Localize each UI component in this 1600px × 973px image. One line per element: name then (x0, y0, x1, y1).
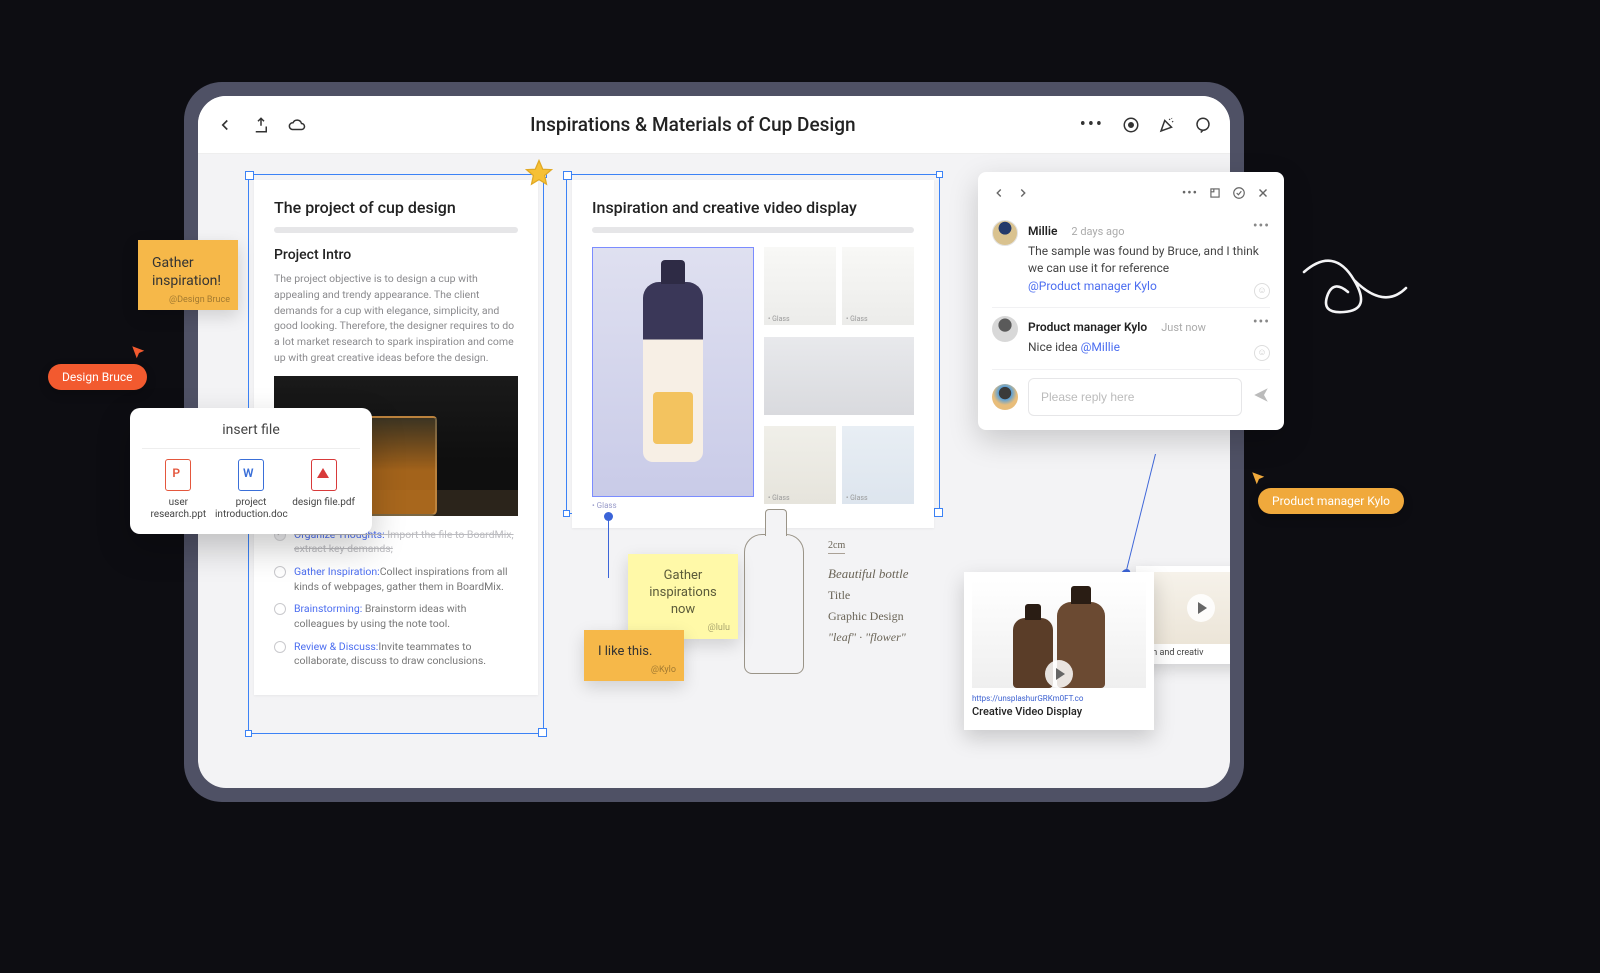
video-url: https://unsplashurGRKm0FT.co (972, 694, 1146, 703)
resolve-icon[interactable] (1232, 186, 1246, 200)
comment-text: Nice idea @Millie (1028, 339, 1270, 356)
emoji-react-icon[interactable]: ☺ (1254, 345, 1270, 361)
video-thumb (972, 580, 1146, 688)
check-circle-icon[interactable] (274, 566, 286, 578)
comment-more-icon[interactable]: ••• (1253, 218, 1270, 234)
main-product-image[interactable] (592, 247, 754, 497)
topbar: Inspirations & Materials of Cup Design •… (198, 96, 1230, 154)
doc-icon (238, 459, 264, 491)
comment-time: 2 days ago (1071, 225, 1124, 238)
comment-text: The sample was found by Bruce, and I thi… (1028, 243, 1270, 295)
ppt-icon (165, 459, 191, 491)
more-icon[interactable]: ••• (1182, 186, 1198, 200)
card1-title: The project of cup design (274, 198, 518, 217)
pdf-icon (311, 459, 337, 491)
nav-back-icon[interactable] (992, 186, 1006, 200)
gallery-thumb[interactable]: • Glass (764, 426, 836, 504)
party-icon[interactable] (1158, 116, 1176, 134)
sketch-area[interactable]: 2cm Beautiful bottle Title Graphic Desig… (744, 534, 909, 674)
comment-item: Millie 2 days ago The sample was found b… (992, 212, 1270, 308)
card1-body: The project objective is to design a cup… (274, 271, 518, 366)
play-icon[interactable] (1187, 594, 1215, 622)
gallery-thumb[interactable]: • Glass (842, 247, 914, 325)
connector-line (608, 516, 609, 578)
comment-time: Just now (1161, 321, 1206, 334)
sticky-note[interactable]: I like this. @Kylo (584, 630, 684, 681)
cursor-pointer-icon (130, 344, 148, 366)
gallery-thumb[interactable]: • Glass (764, 247, 836, 325)
file-option-doc[interactable]: project introduction.doc (215, 459, 287, 520)
play-icon[interactable] (1045, 660, 1073, 688)
card2-title: Inspiration and creative video display (592, 198, 914, 217)
cursor-tag: Product manager Kylo (1258, 488, 1404, 514)
video-card[interactable]: https://unsplashurGRKm0FT.co Creative Vi… (964, 572, 1154, 730)
avatar (992, 220, 1018, 246)
checklist-item[interactable]: Gather Inspiration:Collect inspirations … (274, 565, 518, 594)
video-title: Creative Video Display (972, 705, 1146, 718)
more-icon[interactable]: ••• (1080, 116, 1104, 134)
divider (592, 227, 914, 233)
checklist-item[interactable]: Brainstorming: Brainstorm ideas with col… (274, 602, 518, 631)
comments-panel[interactable]: ••• Millie 2 days ago The sample was fou… (978, 172, 1284, 430)
insert-file-popup[interactable]: insert file user research.ppt project in… (130, 408, 372, 534)
sketch-line: Beautiful bottle (828, 566, 909, 582)
check-circle-icon[interactable] (274, 641, 286, 653)
comment-item: Product manager Kylo Just now Nice idea … (992, 308, 1270, 369)
popup-title: insert file (142, 422, 360, 438)
comment-user: Millie (1028, 224, 1057, 238)
avatar (992, 384, 1018, 410)
emoji-react-icon[interactable]: ☺ (1254, 283, 1270, 299)
bottle-sketch (744, 534, 804, 674)
send-icon[interactable] (1252, 386, 1270, 408)
divider (274, 227, 518, 233)
comment-more-icon[interactable]: ••• (1253, 314, 1270, 330)
file-option-pdf[interactable]: design file.pdf (288, 459, 360, 520)
nav-forward-icon[interactable] (1016, 186, 1030, 200)
sketch-line: Title (828, 588, 909, 603)
reply-input[interactable] (1028, 378, 1242, 416)
gallery: • Glass • Glass • Glass • Glass • Glass (592, 247, 914, 510)
page-title: Inspirations & Materials of Cup Design (306, 113, 1080, 136)
gallery-thumb[interactable] (764, 337, 914, 415)
connector-line (1125, 454, 1156, 574)
sticky-text: I like this. (598, 644, 652, 659)
gallery-thumb[interactable]: • Glass (842, 426, 914, 504)
card-inspiration[interactable]: Inspiration and creative video display •… (572, 180, 934, 528)
sticky-sig: @lulu (708, 623, 730, 635)
card1-subtitle: Project Intro (274, 247, 518, 263)
popout-icon[interactable] (1208, 186, 1222, 200)
spiral-doodle (1294, 252, 1414, 332)
video-caption: tion and creativ (1142, 648, 1230, 658)
video-thumb (1142, 572, 1230, 644)
export-icon[interactable] (252, 116, 270, 134)
chat-icon[interactable] (1194, 116, 1212, 134)
cloud-icon[interactable] (288, 116, 306, 134)
sketch-dim: 2cm (828, 540, 845, 554)
comment-user: Product manager Kylo (1028, 320, 1147, 334)
sticky-sig: @Design Bruce (169, 295, 230, 307)
file-option-ppt[interactable]: user research.ppt (142, 459, 214, 520)
record-icon[interactable] (1122, 116, 1140, 134)
close-icon[interactable] (1256, 186, 1270, 200)
cursor-tag: Design Bruce (48, 364, 147, 390)
sticky-text: Gather inspirations now (649, 568, 716, 617)
sticky-note[interactable]: Gather inspiration! @Design Bruce (138, 240, 238, 310)
star-icon (524, 158, 554, 188)
sticky-note[interactable]: Gather inspirations now @lulu (628, 554, 738, 639)
check-circle-icon[interactable] (274, 603, 286, 615)
back-icon[interactable] (216, 116, 234, 134)
avatar (992, 316, 1018, 342)
reply-row (992, 378, 1270, 416)
sketch-line: "leaf" · "flower" (828, 630, 909, 645)
checklist-item[interactable]: Review & Discuss:Invite teammates to col… (274, 640, 518, 669)
sticky-sig: @Kylo (651, 665, 676, 677)
img-caption: • Glass (592, 501, 754, 510)
sticky-text: Gather inspiration! (152, 255, 221, 289)
checklist: Organize Thoughts: Import the file to Bo… (274, 528, 518, 670)
sketch-line: Graphic Design (828, 609, 909, 624)
